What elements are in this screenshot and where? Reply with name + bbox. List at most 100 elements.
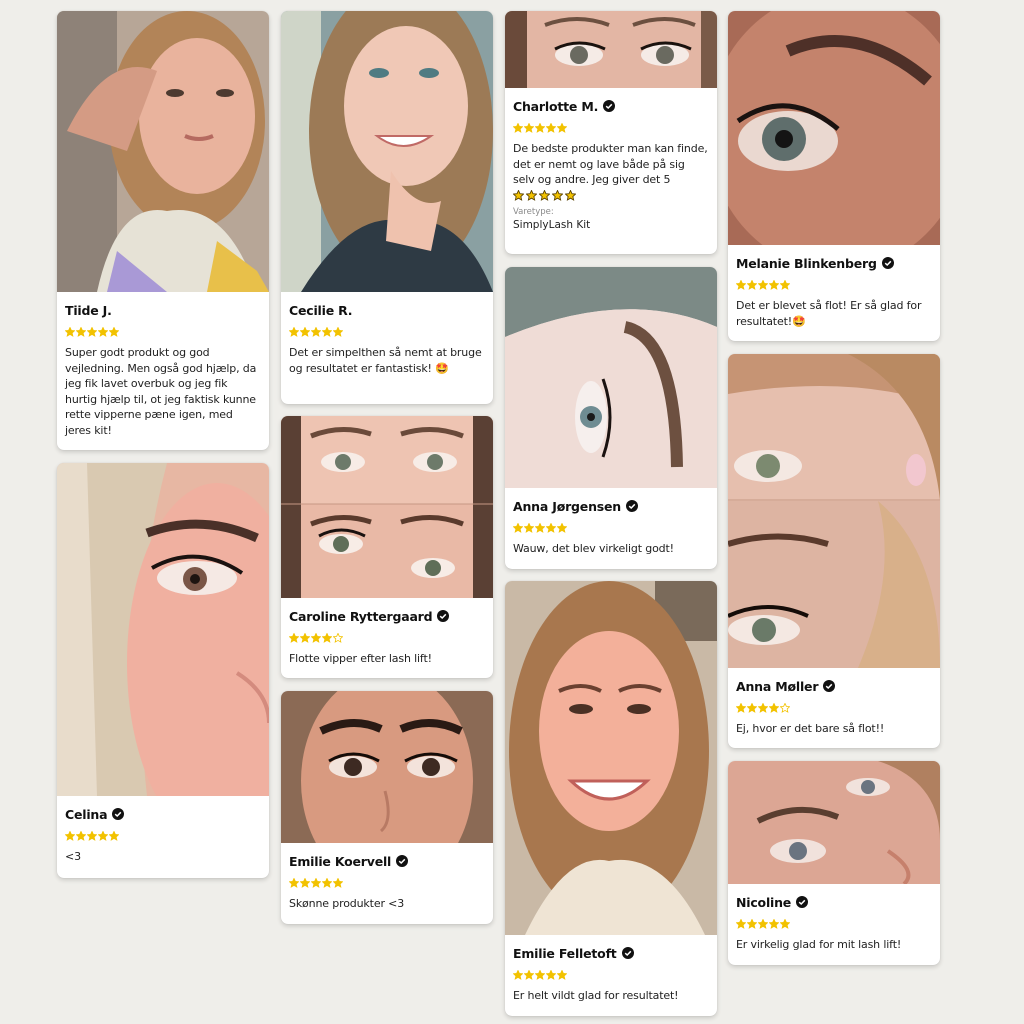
review-card-melanie[interactable]: Melanie Blinkenberg Det er blevet så flo… [728, 11, 940, 341]
inline-star-emojis [513, 189, 576, 201]
review-photo [57, 11, 269, 292]
star-filled-icon [747, 703, 757, 713]
star-filled-icon [524, 123, 534, 133]
review-photo [728, 11, 940, 245]
variant-value: SimplyLash Kit [513, 219, 591, 231]
review-card-cecilie[interactable]: Cecilie R. Det er simpelthen så nemt at … [281, 11, 493, 404]
review-card-anna-moller[interactable]: Anna Møller Ej, hvor er det bare så flot… [728, 354, 940, 748]
reviewer-name: Celina [65, 806, 108, 822]
reviewer-name: Caroline Ryttergaard [289, 608, 433, 624]
star-filled-icon [557, 523, 567, 533]
review-card-charlotte[interactable]: Charlotte M. De bedste produkter man kan… [505, 11, 717, 254]
review-photo [281, 416, 493, 598]
star-empty-icon [780, 703, 790, 713]
review-card-tiide[interactable]: Tiide J. Super godt produkt og god vejle… [57, 11, 269, 450]
star-empty-icon [333, 633, 343, 643]
review-text: <3 [65, 850, 81, 863]
star-filled-icon [311, 878, 321, 888]
star-filled-icon [322, 878, 332, 888]
star-filled-icon [333, 878, 343, 888]
review-photo [505, 267, 717, 488]
star-filled-icon [736, 919, 746, 929]
review-card-nicoline[interactable]: Nicoline Er virkelig glad for mit lash l… [728, 761, 940, 965]
verified-badge-icon [437, 610, 450, 622]
review-card-caroline[interactable]: Caroline Ryttergaard Flotte vipper efter… [281, 416, 493, 678]
variant-label: Varetype: [513, 207, 554, 217]
reviewer-name: Anna Jørgensen [513, 498, 622, 514]
star-filled-icon [98, 327, 108, 337]
star-emoji-icon [552, 189, 563, 201]
reviewer-name: Tiide J. [65, 302, 112, 318]
star-filled-icon [546, 970, 556, 980]
star-filled-icon [513, 523, 523, 533]
review-photo [505, 581, 717, 935]
star-filled-icon [300, 633, 310, 643]
verified-badge-icon [112, 808, 125, 820]
star-filled-icon [535, 970, 545, 980]
reviewer-name: Nicoline [736, 894, 792, 910]
star-rating [65, 831, 261, 841]
star-filled-icon [513, 123, 523, 133]
review-text: Det er simpelthen så nemt at bruge og re… [289, 346, 482, 375]
reviewer-name: Emilie Koervell [289, 853, 392, 869]
star-filled-icon [769, 280, 779, 290]
star-emoji-icon [513, 189, 524, 201]
review-text: Det er blevet så flot! Er så glad for re… [736, 299, 922, 328]
star-filled-icon [557, 123, 567, 133]
verified-badge-icon [396, 855, 409, 867]
star-filled-icon [736, 280, 746, 290]
star-filled-icon [65, 327, 75, 337]
star-filled-icon [109, 327, 119, 337]
star-filled-icon [535, 523, 545, 533]
star-filled-icon [758, 280, 768, 290]
review-text: Er virkelig glad for mit lash lift! [736, 938, 902, 951]
star-filled-icon [513, 970, 523, 980]
star-filled-icon [322, 327, 332, 337]
verified-badge-icon [796, 896, 809, 908]
star-filled-icon [76, 327, 86, 337]
review-card-emilie-felletoft[interactable]: Emilie Felletoft Er helt vildt glad for … [505, 581, 717, 1016]
star-filled-icon [289, 878, 299, 888]
review-photo [281, 11, 493, 292]
star-filled-icon [780, 280, 790, 290]
star-filled-icon [87, 831, 97, 841]
review-text: Skønne produkter <3 [289, 897, 405, 910]
star-filled-icon [758, 703, 768, 713]
review-photo [505, 11, 717, 88]
review-photo [728, 761, 940, 884]
star-filled-icon [87, 327, 97, 337]
star-rating [513, 523, 709, 533]
review-text: Wauw, det blev virkeligt godt! [513, 542, 674, 555]
star-filled-icon [557, 970, 567, 980]
star-filled-icon [736, 703, 746, 713]
star-filled-icon [76, 831, 86, 841]
star-rating [289, 878, 485, 888]
star-rating [65, 327, 261, 337]
review-text: Super godt produkt og god vejledning. Me… [65, 346, 257, 437]
review-photo [57, 463, 269, 796]
star-emoji-icon [539, 189, 550, 201]
review-card-anna-jorgensen[interactable]: Anna Jørgensen Wauw, det blev virkeligt … [505, 267, 717, 569]
review-card-celina[interactable]: Celina <3 [57, 463, 269, 878]
star-filled-icon [769, 919, 779, 929]
review-photo [728, 354, 940, 668]
star-filled-icon [300, 327, 310, 337]
reviewer-name: Cecilie R. [289, 302, 353, 318]
reviewer-name: Anna Møller [736, 678, 819, 694]
star-rating [736, 703, 932, 713]
star-filled-icon [524, 523, 534, 533]
review-card-emilie-koervell[interactable]: Emilie Koervell Skønne produkter <3 [281, 691, 493, 924]
star-filled-icon [65, 831, 75, 841]
star-rating [736, 919, 932, 929]
star-filled-icon [747, 919, 757, 929]
reviewer-name: Emilie Felletoft [513, 945, 617, 961]
star-emoji-icon [526, 189, 537, 201]
review-photo [281, 691, 493, 843]
star-filled-icon [747, 280, 757, 290]
review-text: Flotte vipper efter lash lift! [289, 652, 432, 665]
verified-badge-icon [881, 257, 894, 269]
verified-badge-icon [626, 500, 639, 512]
verified-badge-icon [823, 680, 836, 692]
star-filled-icon [322, 633, 332, 643]
star-filled-icon [311, 327, 321, 337]
